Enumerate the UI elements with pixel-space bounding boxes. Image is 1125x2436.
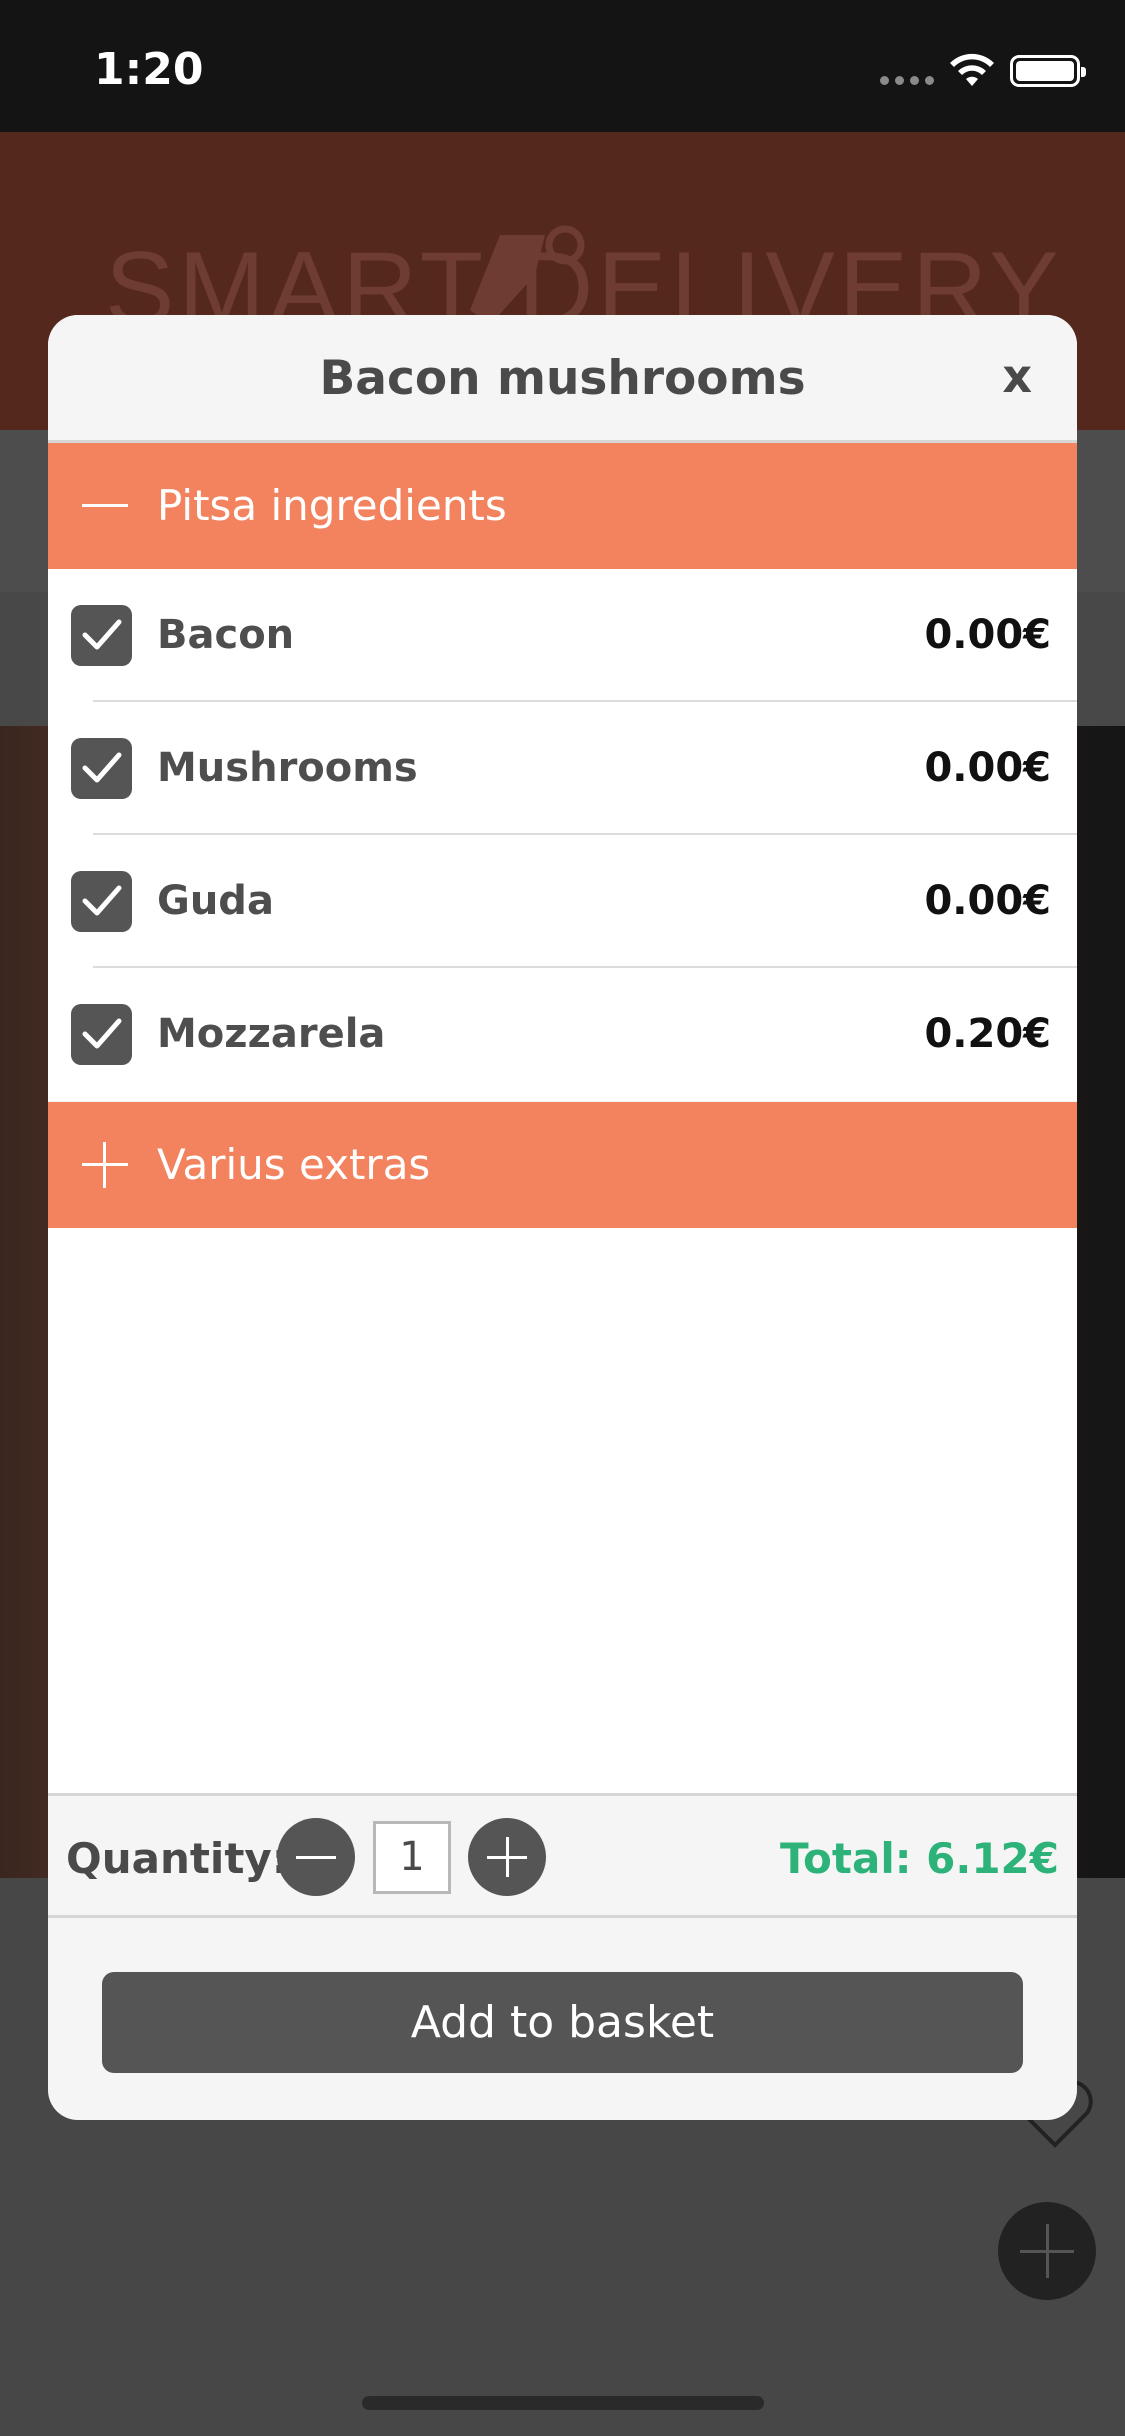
add-to-basket-button[interactable]: Add to basket xyxy=(102,1972,1023,2073)
list-item[interactable]: Mozzarela 0.20€ xyxy=(48,968,1077,1101)
checkmark-icon xyxy=(82,885,122,916)
signal-dots-icon xyxy=(880,76,934,85)
product-options-modal: Bacon mushrooms x Pitsa ingredients Baco… xyxy=(48,315,1077,2120)
home-indicator[interactable] xyxy=(362,2396,764,2410)
list-item[interactable]: Bacon 0.00€ xyxy=(48,569,1077,702)
modal-title: Bacon mushrooms xyxy=(319,351,806,406)
add-product-icon xyxy=(998,2202,1096,2300)
item-name: Bacon xyxy=(157,612,295,658)
quantity-label: Quantity: xyxy=(66,1834,289,1883)
list-item[interactable]: Mushrooms 0.00€ xyxy=(48,702,1077,835)
item-price: 0.00€ xyxy=(924,745,1051,791)
wifi-icon xyxy=(950,53,994,86)
minus-icon xyxy=(296,1856,336,1859)
ingredients-list: Bacon 0.00€ Mushrooms 0.00€ Guda 0.00€ M… xyxy=(48,569,1077,1101)
modal-header: Bacon mushrooms x xyxy=(48,315,1077,443)
total-price: Total: 6.12€ xyxy=(779,1834,1059,1883)
section-label: Pitsa ingredients xyxy=(157,481,507,530)
status-time: 1:20 xyxy=(94,44,204,95)
item-price: 0.00€ xyxy=(924,612,1051,658)
item-price: 0.20€ xyxy=(924,1011,1051,1057)
quantity-input[interactable]: 1 xyxy=(373,1821,451,1894)
close-button[interactable]: x xyxy=(1002,349,1032,403)
checkbox-checked[interactable] xyxy=(71,1004,132,1065)
checkbox-checked[interactable] xyxy=(71,738,132,799)
item-name: Guda xyxy=(157,878,274,924)
item-price: 0.00€ xyxy=(924,878,1051,924)
checkmark-icon xyxy=(82,752,122,783)
battery-icon xyxy=(1010,55,1086,87)
item-name: Mozzarela xyxy=(157,1011,386,1057)
quantity-increase-button[interactable] xyxy=(468,1818,546,1896)
list-item[interactable]: Guda 0.00€ xyxy=(48,835,1077,968)
status-bar: 1:20 xyxy=(0,0,1125,132)
checkmark-icon xyxy=(82,1018,122,1049)
checkmark-icon xyxy=(82,619,122,650)
modal-content-empty-area xyxy=(48,1228,1077,1793)
minus-icon xyxy=(82,483,128,529)
checkbox-checked[interactable] xyxy=(71,605,132,666)
section-pitsa-ingredients[interactable]: Pitsa ingredients xyxy=(48,443,1077,569)
item-name: Mushrooms xyxy=(157,745,418,791)
section-label: Varius extras xyxy=(157,1140,431,1189)
checkbox-checked[interactable] xyxy=(71,871,132,932)
quantity-decrease-button[interactable] xyxy=(277,1818,355,1896)
section-varius-extras[interactable]: Varius extras xyxy=(48,1102,1077,1228)
quantity-bar: Quantity: 1 Total: 6.12€ xyxy=(48,1793,1077,1918)
plus-icon xyxy=(82,1142,128,1188)
